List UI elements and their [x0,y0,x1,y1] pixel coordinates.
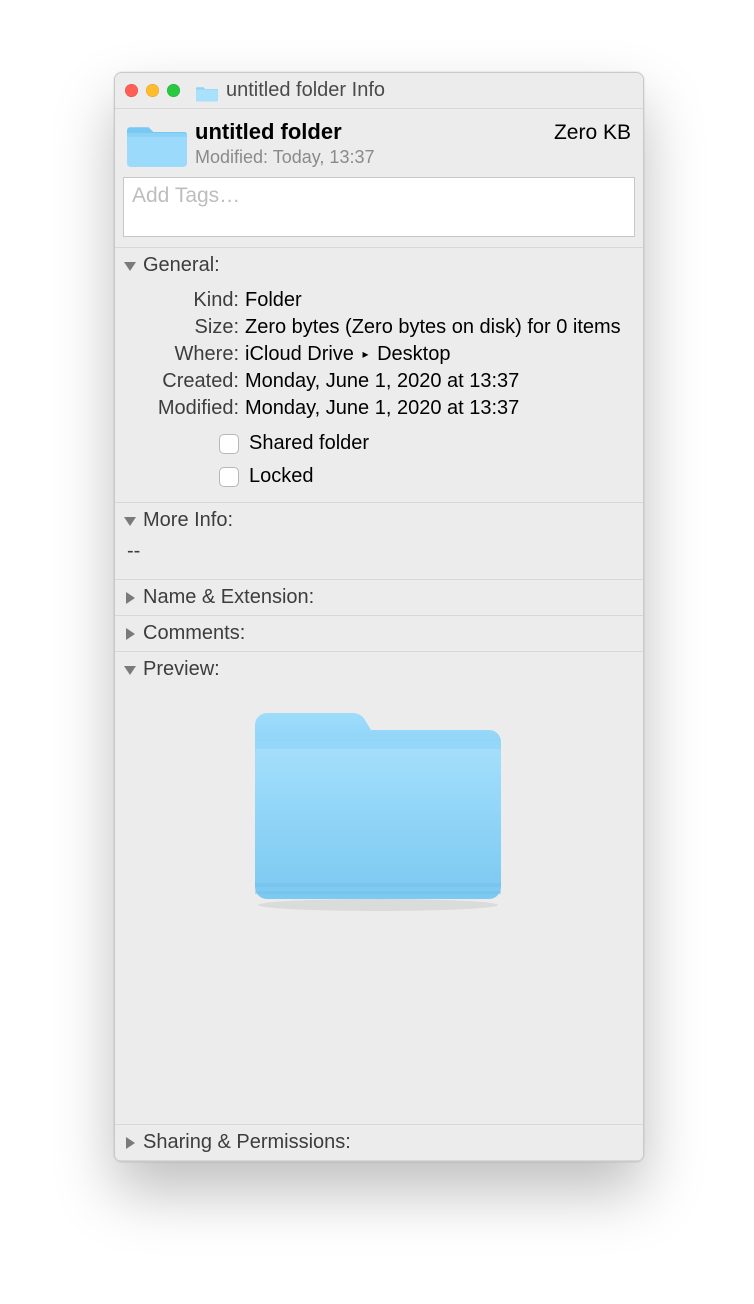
section-more-info-header[interactable]: More Info: [115,503,643,538]
window-title: untitled folder Info [226,79,385,102]
tags-input[interactable]: Add Tags… [123,177,635,237]
disclosure-triangle-icon [125,628,137,640]
modified-value: Monday, June 1, 2020 at 13:37 [245,395,643,422]
chevron-right-icon: ▸ [363,346,369,362]
created-value: Monday, June 1, 2020 at 13:37 [245,368,643,395]
locked-row: Locked [115,465,643,488]
modified-label: Modified: [115,395,245,422]
where-part-2: Desktop [377,343,450,365]
shared-folder-checkbox[interactable] [219,434,239,454]
more-info-value: -- [127,540,140,562]
kind-value: Folder [245,287,643,314]
section-more-info: More Info: -- [115,502,643,579]
section-sharing-permissions-header[interactable]: Sharing & Permissions: [115,1125,643,1160]
disclosure-triangle-icon [125,515,137,527]
modified-label: Modified: [195,147,268,167]
where-value: iCloud Drive ▸ Desktop [245,341,643,368]
size-value: Zero bytes (Zero bytes on disk) for 0 it… [245,314,643,341]
close-window-button[interactable] [125,84,138,97]
info-header: untitled folder Modified: Today, 13:37 Z… [115,109,643,177]
section-comments-header[interactable]: Comments: [115,616,643,651]
shared-folder-label: Shared folder [249,432,369,455]
tags-placeholder: Add Tags… [132,184,240,208]
where-part-1: iCloud Drive [245,343,354,365]
locked-label: Locked [249,465,314,488]
section-sharing-permissions-title: Sharing & Permissions: [143,1131,351,1154]
item-name: untitled folder [195,119,554,145]
traffic-lights [125,84,180,97]
modified-value: Today, 13:37 [273,147,375,167]
disclosure-triangle-icon [125,592,137,604]
disclosure-triangle-icon [125,1137,137,1149]
where-label: Where: [115,341,245,368]
section-comments: Comments: [115,615,643,651]
size-label: Size: [115,314,245,341]
shared-folder-row: Shared folder [115,432,643,455]
created-label: Created: [115,368,245,395]
disclosure-triangle-icon [125,260,137,272]
section-general-header[interactable]: General: [115,248,643,283]
item-size: Zero KB [554,119,631,145]
disclosure-triangle-icon [125,664,137,676]
section-general: General: Kind: Folder Size: Zero bytes (… [115,247,643,502]
folder-preview-icon [249,693,509,915]
titlebar[interactable]: untitled folder Info [115,73,643,109]
section-preview-header[interactable]: Preview: [115,652,643,687]
section-preview-title: Preview: [143,658,220,681]
section-sharing-permissions: Sharing & Permissions: [115,1124,643,1161]
item-modified: Modified: Today, 13:37 [195,147,554,168]
zoom-window-button[interactable] [167,84,180,97]
folder-icon[interactable] [127,119,187,169]
kind-label: Kind: [115,287,245,314]
minimize-window-button[interactable] [146,84,159,97]
section-name-extension-header[interactable]: Name & Extension: [115,580,643,615]
section-preview: Preview: [115,651,643,925]
section-name-extension: Name & Extension: [115,579,643,615]
section-general-title: General: [143,254,220,277]
section-name-extension-title: Name & Extension: [143,586,314,609]
info-window: untitled folder Info untitled folder Mod… [114,72,644,1162]
section-comments-title: Comments: [143,622,245,645]
folder-icon [196,82,218,100]
locked-checkbox[interactable] [219,467,239,487]
section-more-info-title: More Info: [143,509,233,532]
